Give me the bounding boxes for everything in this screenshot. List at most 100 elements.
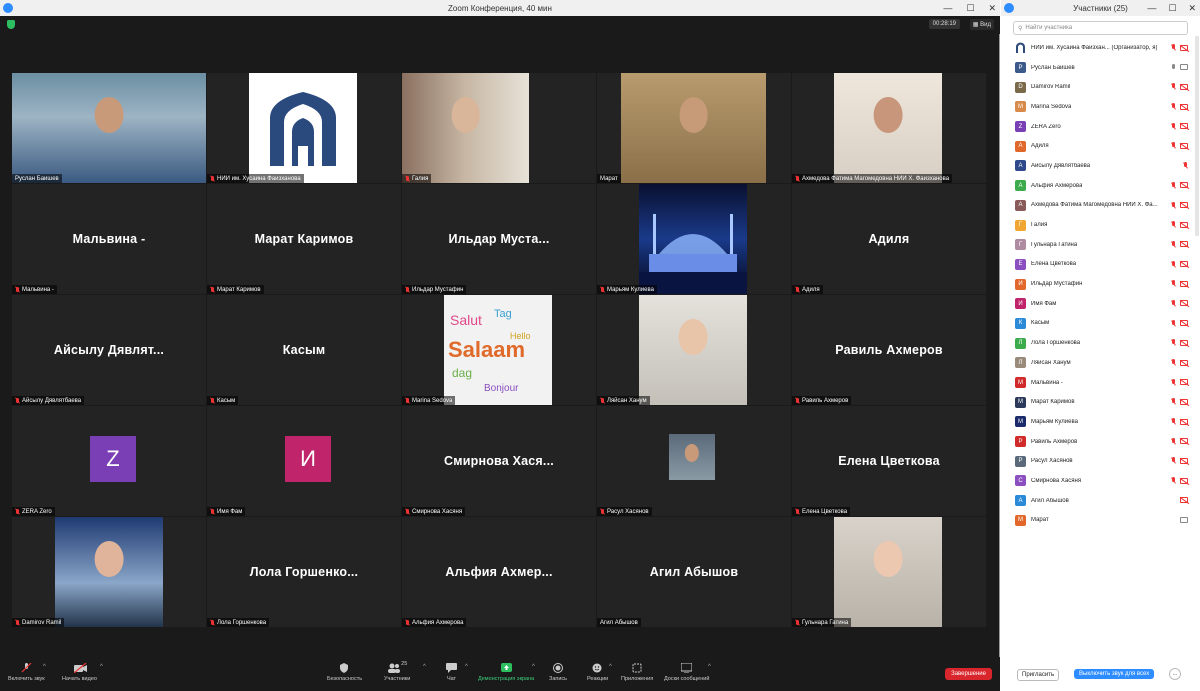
participant-row[interactable]: Р Руслан Баишев bbox=[1001, 58, 1200, 78]
maximize-icon[interactable]: ☐ bbox=[1168, 3, 1176, 14]
video-tile[interactable]: Расул Хасянов bbox=[597, 406, 791, 516]
view-button[interactable]: ▦ Вид bbox=[969, 19, 994, 30]
participant-row[interactable]: М Мальвина - bbox=[1001, 373, 1200, 393]
mic-muted-icon[interactable] bbox=[1171, 477, 1176, 484]
video-tile[interactable]: Агил Абышов Агил Абышов bbox=[597, 517, 791, 627]
mic-muted-icon[interactable] bbox=[1171, 103, 1176, 110]
panel-scrollbar[interactable] bbox=[1195, 36, 1199, 236]
participant-row[interactable]: М Марат Каримов bbox=[1001, 392, 1200, 412]
participant-row[interactable]: Г Галия bbox=[1001, 215, 1200, 235]
minimize-icon[interactable]: — bbox=[1147, 3, 1156, 13]
video-tile[interactable]: Касым Касым bbox=[207, 295, 401, 405]
video-tile[interactable]: Лола Горшенко... Лола Горшенкова bbox=[207, 517, 401, 627]
whiteboards-caret-icon[interactable]: ^ bbox=[708, 664, 711, 670]
participant-row[interactable]: Г Гульнара Гатина bbox=[1001, 235, 1200, 255]
audio-options-caret-icon[interactable]: ^ bbox=[43, 664, 46, 670]
camera-off-icon[interactable] bbox=[1180, 202, 1188, 208]
video-options-caret-icon[interactable]: ^ bbox=[100, 664, 103, 670]
camera-off-icon[interactable] bbox=[1180, 339, 1188, 346]
camera-off-icon[interactable] bbox=[1180, 103, 1188, 110]
camera-off-icon[interactable] bbox=[1180, 182, 1188, 189]
more-options-button[interactable]: ... bbox=[1169, 668, 1181, 680]
video-tile[interactable]: Айсылу Дявлят... Айсылу Дявлятбаева bbox=[12, 295, 206, 405]
maximize-icon[interactable]: ☐ bbox=[966, 3, 974, 14]
video-tile[interactable]: Равиль Ахмеров Равиль Ахмеров bbox=[792, 295, 986, 405]
participant-row[interactable]: А Айсылу Дявлятбаева bbox=[1001, 156, 1200, 176]
video-tile[interactable]: Salut Tag Salaam dag Bonjour Hello Marina Sedo… bbox=[402, 295, 596, 405]
video-tile[interactable]: Z ZERA Zero bbox=[12, 406, 206, 516]
mic-muted-icon[interactable] bbox=[1171, 398, 1176, 405]
reactions-button[interactable]: Реакции bbox=[587, 663, 608, 682]
reactions-caret-icon[interactable]: ^ bbox=[609, 664, 612, 670]
mic-icon[interactable] bbox=[1171, 63, 1176, 71]
video-tile[interactable]: Марат bbox=[597, 73, 791, 183]
video-tile[interactable]: Адиля Адиля bbox=[792, 184, 986, 294]
mic-muted-icon[interactable] bbox=[1171, 359, 1176, 366]
camera-off-icon[interactable] bbox=[1180, 241, 1188, 248]
participant-row[interactable]: А Ахмедова Фатима Магомедовна НИИ Х. Фа..… bbox=[1001, 196, 1200, 216]
start-video-button[interactable]: Начать видео bbox=[62, 662, 97, 682]
participant-row[interactable]: Е Елена Цветкова bbox=[1001, 255, 1200, 275]
mic-muted-icon[interactable] bbox=[1171, 201, 1176, 209]
video-tile[interactable]: Марат Каримов Марат Каримов bbox=[207, 184, 401, 294]
mic-muted-icon[interactable] bbox=[1171, 240, 1176, 248]
camera-off-icon[interactable] bbox=[1180, 320, 1188, 327]
mic-muted-icon[interactable] bbox=[1171, 437, 1176, 445]
participant-row[interactable]: D Damirov Ramil bbox=[1001, 77, 1200, 97]
mic-muted-icon[interactable] bbox=[1171, 299, 1176, 307]
camera-off-icon[interactable] bbox=[1180, 300, 1188, 307]
camera-off-icon[interactable] bbox=[1180, 280, 1188, 287]
camera-icon[interactable] bbox=[1180, 64, 1188, 71]
video-tile[interactable]: НИИ им. Хусаина Фаизханова bbox=[207, 73, 401, 183]
video-tile[interactable]: Марьям Кулиева bbox=[597, 184, 791, 294]
whiteboards-button[interactable]: Доски сообщений bbox=[664, 662, 709, 682]
camera-off-icon[interactable] bbox=[1180, 457, 1188, 464]
participant-row[interactable]: А Адиля bbox=[1001, 136, 1200, 156]
mic-muted-icon[interactable] bbox=[1171, 83, 1176, 90]
close-icon[interactable]: ✕ bbox=[1188, 3, 1196, 14]
video-tile[interactable]: Галия bbox=[402, 73, 596, 183]
share-caret-icon[interactable]: ^ bbox=[532, 664, 535, 670]
participant-row[interactable]: А Альфия Ахмерова bbox=[1001, 176, 1200, 196]
record-button[interactable]: Запись bbox=[549, 663, 567, 682]
video-tile[interactable]: Смирнова Хася... Смирнова Хасяня bbox=[402, 406, 596, 516]
camera-off-icon[interactable] bbox=[1180, 221, 1188, 228]
participant-row[interactable]: К Касым bbox=[1001, 314, 1200, 334]
camera-off-icon[interactable] bbox=[1180, 142, 1188, 149]
camera-off-icon[interactable] bbox=[1180, 496, 1188, 503]
video-tile[interactable]: И Имя Фам bbox=[207, 406, 401, 516]
camera-off-icon[interactable] bbox=[1180, 44, 1188, 51]
mic-muted-icon[interactable] bbox=[1171, 44, 1176, 51]
mute-all-button[interactable]: Выключить звук для всех bbox=[1074, 669, 1155, 679]
camera-off-icon[interactable] bbox=[1180, 438, 1188, 445]
video-tile[interactable]: Руслан Баишев bbox=[12, 73, 206, 183]
video-tile[interactable]: Ильдар Муста... Ильдар Мустафин bbox=[402, 184, 596, 294]
video-tile[interactable]: Мальвина - Мальвина - bbox=[12, 184, 206, 294]
mic-muted-icon[interactable] bbox=[1171, 280, 1176, 287]
participants-button[interactable]: 25 Участники bbox=[384, 661, 410, 682]
participant-row[interactable]: М Марьям Кулиева bbox=[1001, 412, 1200, 432]
mic-muted-icon[interactable] bbox=[1171, 122, 1176, 130]
participant-row[interactable]: Л Ляйсан Ханум bbox=[1001, 353, 1200, 373]
participants-caret-icon[interactable]: ^ bbox=[423, 664, 426, 670]
participant-search-input[interactable]: ⚲ Найти участника bbox=[1013, 21, 1188, 35]
mic-muted-icon[interactable] bbox=[1171, 339, 1176, 346]
video-tile[interactable]: Ляйсан Ханум bbox=[597, 295, 791, 405]
participant-row[interactable]: Р Расул Хасянов bbox=[1001, 451, 1200, 471]
participant-row[interactable]: Z ZERA Zero bbox=[1001, 117, 1200, 137]
participant-row[interactable]: Л Лола Горшенкова bbox=[1001, 333, 1200, 353]
video-tile[interactable]: Damirov Ramil bbox=[12, 517, 206, 627]
video-tile[interactable]: Ахмедова Фатима Магомедовна НИИ Х. Фаизх… bbox=[792, 73, 986, 183]
camera-off-icon[interactable] bbox=[1180, 359, 1188, 366]
chat-caret-icon[interactable]: ^ bbox=[465, 664, 468, 670]
video-tile[interactable]: Гульнара Гатина bbox=[792, 517, 986, 627]
participant-row[interactable]: И Ильдар Мустафин bbox=[1001, 274, 1200, 294]
camera-off-icon[interactable] bbox=[1180, 379, 1188, 386]
minimize-icon[interactable]: — bbox=[943, 3, 952, 13]
mic-muted-icon[interactable] bbox=[1171, 378, 1176, 386]
camera-off-icon[interactable] bbox=[1180, 261, 1188, 268]
chat-button[interactable]: Чат bbox=[446, 663, 457, 682]
participant-row[interactable]: И Имя Фам bbox=[1001, 294, 1200, 314]
participant-row[interactable]: С Смирнова Хасяня bbox=[1001, 471, 1200, 491]
camera-off-icon[interactable] bbox=[1180, 477, 1188, 484]
